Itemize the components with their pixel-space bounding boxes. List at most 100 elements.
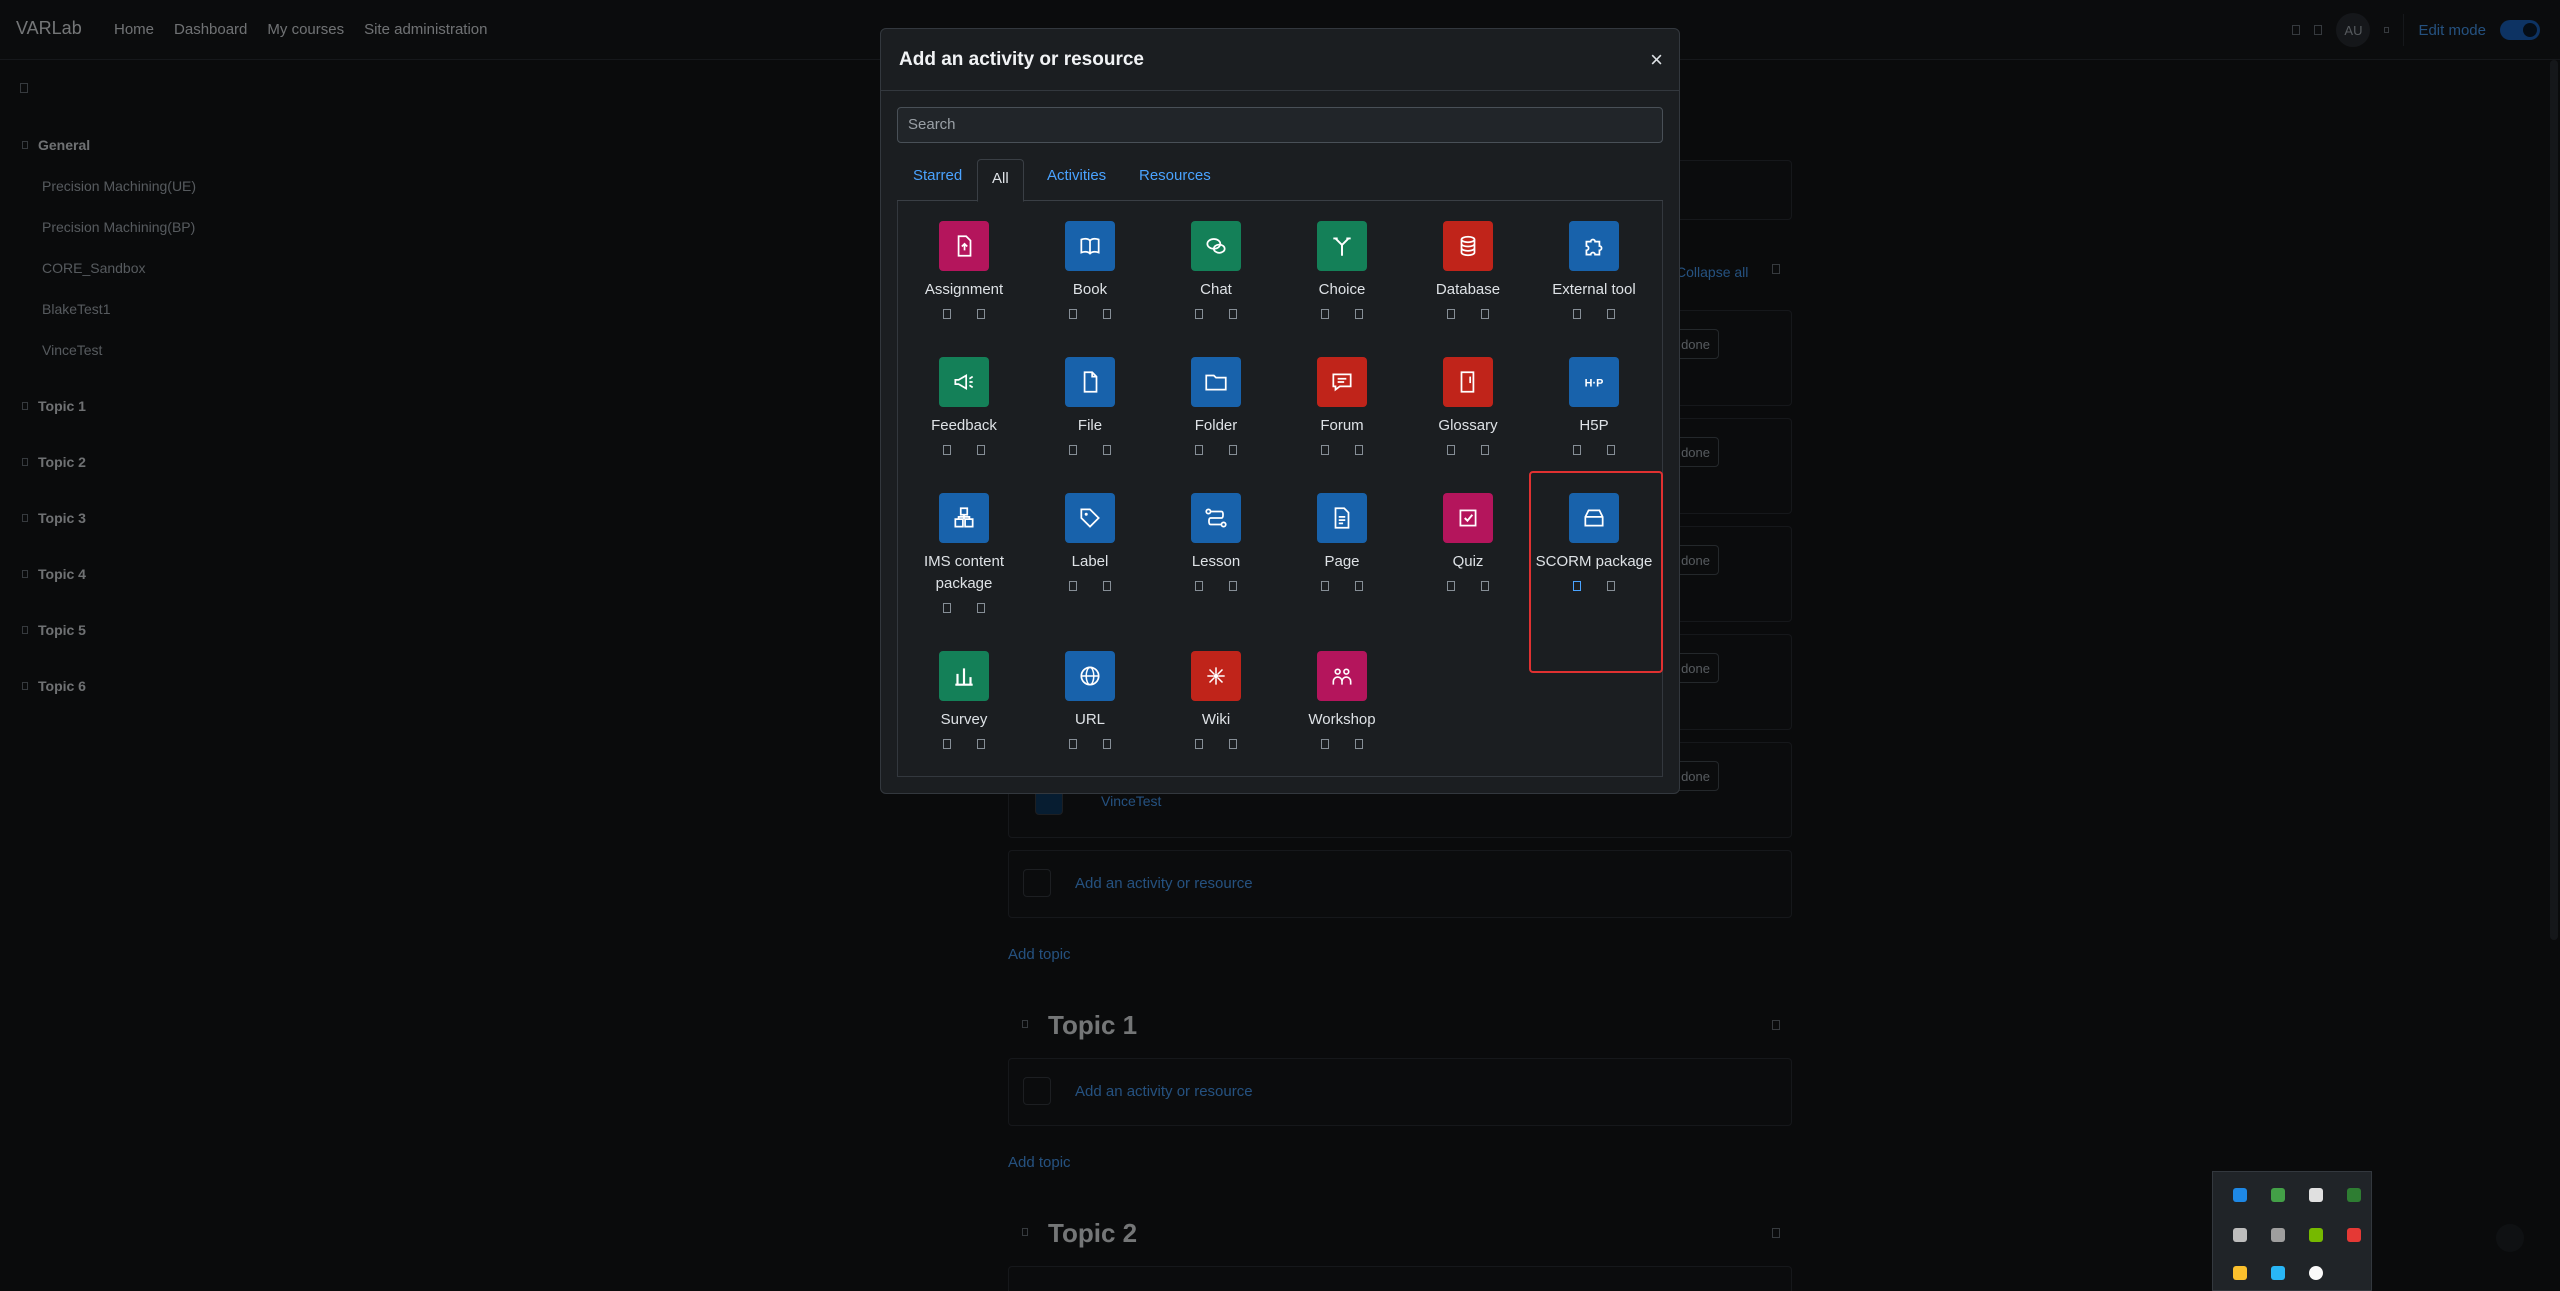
info-icon[interactable] xyxy=(1103,445,1111,455)
info-icon[interactable] xyxy=(1103,581,1111,591)
info-icon[interactable] xyxy=(1607,309,1615,319)
activity-tile-workshop[interactable]: Workshop xyxy=(1280,651,1404,749)
h5p-icon[interactable]: H·P xyxy=(1569,357,1619,407)
puzzle-icon[interactable] xyxy=(1569,221,1619,271)
folder-icon[interactable] xyxy=(1191,357,1241,407)
star-icon[interactable] xyxy=(943,309,951,319)
star-icon[interactable] xyxy=(1195,445,1203,455)
chat-icon[interactable] xyxy=(1191,221,1241,271)
info-icon[interactable] xyxy=(1355,581,1363,591)
star-icon[interactable] xyxy=(1321,581,1329,591)
activity-tile-chat[interactable]: Chat xyxy=(1154,221,1278,319)
star-icon[interactable] xyxy=(1447,445,1455,455)
activity-tile-external-tool[interactable]: External tool xyxy=(1532,221,1656,319)
info-icon[interactable] xyxy=(1103,309,1111,319)
glossary-icon[interactable] xyxy=(1443,357,1493,407)
activity-tile-wiki[interactable]: Wiki xyxy=(1154,651,1278,749)
package-icon[interactable] xyxy=(939,493,989,543)
activity-tile-assignment[interactable]: Assignment xyxy=(902,221,1026,319)
file-icon[interactable] xyxy=(1065,357,1115,407)
info-icon[interactable] xyxy=(1481,445,1489,455)
tab-all[interactable]: All xyxy=(977,159,1024,202)
assignment-icon[interactable] xyxy=(939,221,989,271)
choice-icon[interactable] xyxy=(1317,221,1367,271)
info-icon[interactable] xyxy=(977,603,985,613)
star-icon[interactable] xyxy=(1321,739,1329,749)
activity-tile-database[interactable]: Database xyxy=(1406,221,1530,319)
star-icon[interactable] xyxy=(1195,581,1203,591)
star-icon[interactable] xyxy=(943,739,951,749)
tag-icon[interactable] xyxy=(1065,493,1115,543)
activity-tile-quiz[interactable]: Quiz xyxy=(1406,493,1530,591)
info-icon[interactable] xyxy=(1355,445,1363,455)
activity-tile-ims-content-package[interactable]: IMS content package xyxy=(902,493,1026,613)
info-icon[interactable] xyxy=(1481,581,1489,591)
activity-tile-label[interactable]: Label xyxy=(1028,493,1152,591)
tab-starred[interactable]: Starred xyxy=(913,167,962,184)
star-icon[interactable] xyxy=(1573,445,1581,455)
tray-app-icon[interactable] xyxy=(2347,1188,2361,1202)
workshop-icon[interactable] xyxy=(1317,651,1367,701)
tray-app-icon[interactable] xyxy=(2309,1188,2323,1202)
activity-tile-folder[interactable]: Folder xyxy=(1154,357,1278,455)
bluetooth-icon[interactable] xyxy=(2233,1188,2247,1202)
star-icon[interactable] xyxy=(943,603,951,613)
tab-resources[interactable]: Resources xyxy=(1139,167,1211,184)
info-icon[interactable] xyxy=(977,739,985,749)
activity-tile-page[interactable]: Page xyxy=(1280,493,1404,591)
star-icon[interactable] xyxy=(1447,309,1455,319)
activity-tile-file[interactable]: File xyxy=(1028,357,1152,455)
info-icon[interactable] xyxy=(1103,739,1111,749)
activity-tile-lesson[interactable]: Lesson xyxy=(1154,493,1278,591)
close-icon[interactable]: × xyxy=(1650,47,1663,73)
info-icon[interactable] xyxy=(1229,739,1237,749)
info-icon[interactable] xyxy=(1481,309,1489,319)
chart-icon[interactable] xyxy=(939,651,989,701)
activity-tile-forum[interactable]: Forum xyxy=(1280,357,1404,455)
activity-tile-glossary[interactable]: Glossary xyxy=(1406,357,1530,455)
info-icon[interactable] xyxy=(1229,445,1237,455)
info-icon[interactable] xyxy=(977,309,985,319)
star-icon[interactable] xyxy=(1195,739,1203,749)
star-icon[interactable] xyxy=(1321,445,1329,455)
info-icon[interactable] xyxy=(1607,445,1615,455)
tray-app-icon[interactable] xyxy=(2347,1228,2361,1242)
activity-tile-h5p[interactable]: H·P H5P xyxy=(1532,357,1656,455)
info-icon[interactable] xyxy=(1355,309,1363,319)
star-icon[interactable] xyxy=(1447,581,1455,591)
tray-app-icon[interactable] xyxy=(2233,1228,2247,1242)
page-icon[interactable] xyxy=(1317,493,1367,543)
info-icon[interactable] xyxy=(1229,581,1237,591)
info-icon[interactable] xyxy=(1229,309,1237,319)
database-icon[interactable] xyxy=(1443,221,1493,271)
megaphone-icon[interactable] xyxy=(939,357,989,407)
search-input[interactable]: Search xyxy=(897,107,1663,143)
star-icon[interactable] xyxy=(1321,309,1329,319)
star-icon[interactable] xyxy=(1573,309,1581,319)
activity-tile-choice[interactable]: Choice xyxy=(1280,221,1404,319)
tray-app-icon[interactable] xyxy=(2309,1266,2323,1280)
activity-tile-feedback[interactable]: Feedback xyxy=(902,357,1026,455)
info-icon[interactable] xyxy=(977,445,985,455)
activity-tile-book[interactable]: Book xyxy=(1028,221,1152,319)
star-icon[interactable] xyxy=(1069,309,1077,319)
tray-app-icon[interactable] xyxy=(2271,1266,2285,1280)
quiz-icon[interactable] xyxy=(1443,493,1493,543)
forum-icon[interactable] xyxy=(1317,357,1367,407)
activity-tile-url[interactable]: URL xyxy=(1028,651,1152,749)
book-icon[interactable] xyxy=(1065,221,1115,271)
globe-icon[interactable] xyxy=(1065,651,1115,701)
nvidia-icon[interactable] xyxy=(2309,1228,2323,1242)
tray-app-icon[interactable] xyxy=(2271,1228,2285,1242)
star-icon[interactable] xyxy=(1069,445,1077,455)
info-icon[interactable] xyxy=(1355,739,1363,749)
tray-app-icon[interactable] xyxy=(2233,1266,2247,1280)
tray-app-icon[interactable] xyxy=(2271,1188,2285,1202)
activity-tile-survey[interactable]: Survey xyxy=(902,651,1026,749)
star-icon[interactable] xyxy=(1069,739,1077,749)
star-icon[interactable] xyxy=(1195,309,1203,319)
star-icon[interactable] xyxy=(943,445,951,455)
wiki-icon[interactable] xyxy=(1191,651,1241,701)
tab-activities[interactable]: Activities xyxy=(1047,167,1106,184)
star-icon[interactable] xyxy=(1069,581,1077,591)
